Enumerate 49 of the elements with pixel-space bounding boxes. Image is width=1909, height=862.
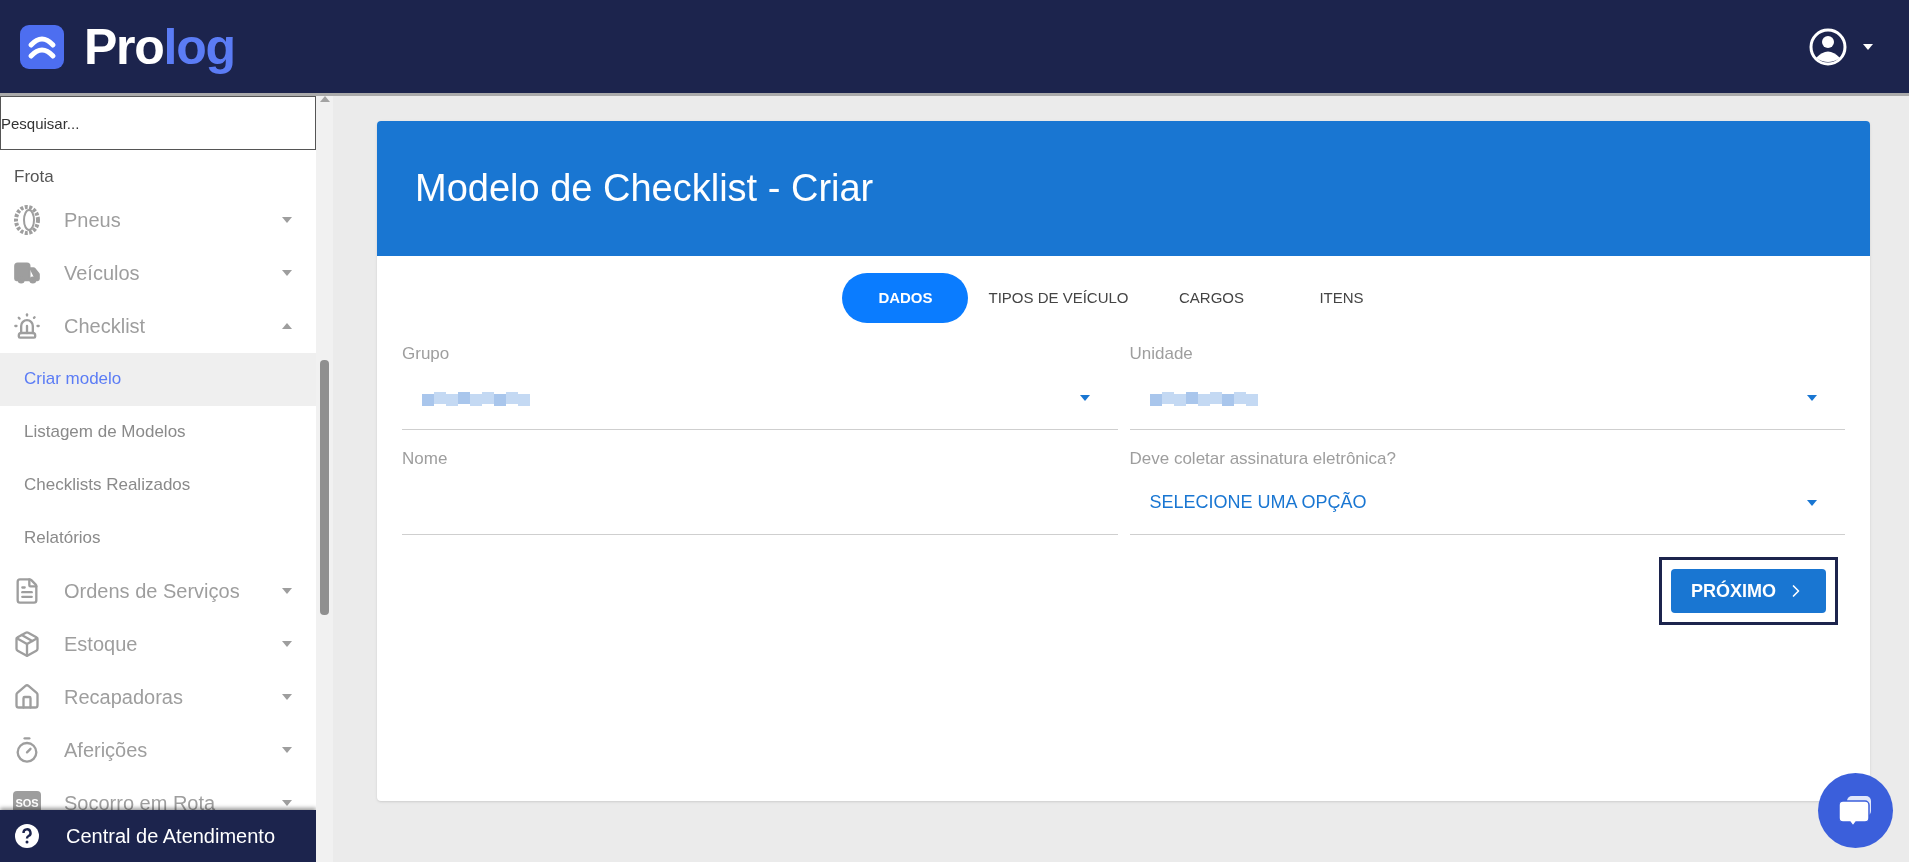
caret-icon: [1807, 499, 1817, 506]
nav-group[interactable]: Checklist: [0, 299, 316, 353]
caret-icon: [1807, 394, 1817, 401]
scrollbar[interactable]: [316, 96, 333, 862]
tire-icon: [14, 205, 40, 235]
help-bar[interactable]: Central de Atendimento: [0, 810, 316, 862]
field-label: Unidade: [1129, 343, 1193, 365]
help-icon: [14, 823, 40, 849]
account-icon[interactable]: [1809, 27, 1847, 66]
nav-group[interactable]: Ordens de Serviços: [0, 564, 316, 618]
caret-icon: [282, 323, 292, 329]
tab[interactable]: CARGOS: [1148, 273, 1275, 323]
card-title: Modelo de Checklist - Criar: [415, 166, 874, 211]
logo-wordmark: Prolog: [84, 21, 235, 72]
caret-icon: [282, 747, 292, 753]
help-label: Central de Atendimento: [66, 824, 276, 849]
nav-subitem[interactable]: Relatórios: [0, 511, 316, 565]
caret-icon: [282, 641, 292, 647]
caret-icon: [282, 800, 292, 806]
nav-group[interactable]: Aferições: [0, 723, 316, 777]
field-label: Deve coletar assinatura eletrônica?: [1129, 448, 1396, 470]
package-icon: [13, 630, 41, 658]
logo-icon: [20, 24, 64, 69]
caret-icon: [282, 270, 292, 276]
caret-icon: [282, 694, 292, 700]
nav-group[interactable]: Veículos: [0, 246, 316, 300]
next-button[interactable]: PRÓXIMO: [1671, 569, 1826, 613]
nav-group[interactable]: Pneus: [0, 193, 316, 247]
field-label: Grupo: [402, 343, 450, 365]
tab[interactable]: TIPOS DE VEÍCULO: [972, 273, 1145, 323]
field-label: Nome: [402, 448, 448, 470]
caret-icon: [282, 217, 292, 223]
nav-group[interactable]: Estoque: [0, 617, 316, 671]
nav-group[interactable]: Recapadoras: [0, 670, 316, 724]
caret-icon: [1079, 394, 1090, 401]
tab[interactable]: ITENS: [1278, 273, 1405, 323]
search-field[interactable]: Pesquisar...: [0, 96, 316, 150]
account-caret-icon: [1863, 43, 1873, 50]
house-icon: [13, 683, 41, 711]
nav-subitem[interactable]: Criar modelo: [0, 352, 316, 406]
nav-subitem[interactable]: Listagem de Modelos: [0, 405, 316, 459]
tab[interactable]: DADOS: [842, 273, 969, 323]
siren-icon: [13, 312, 41, 340]
caret-icon: [282, 588, 292, 594]
select-field[interactable]: SELECIONE UMA OPÇÃO: [1129, 471, 1845, 535]
nav-subitem[interactable]: Checklists Realizados: [0, 458, 316, 512]
scrollbar-thumb[interactable]: [320, 360, 329, 615]
section-heading: Frota: [13, 166, 55, 188]
sos-icon: SOS: [13, 791, 41, 810]
